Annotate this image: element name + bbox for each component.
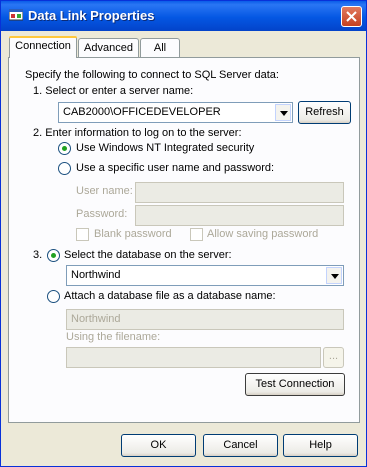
server-name-combobox[interactable]: CAB2000\OFFICEDEVELOPER xyxy=(58,102,293,123)
step2-label: 2. Enter information to log on to the se… xyxy=(33,127,242,139)
chevron-down-icon[interactable] xyxy=(275,104,291,121)
password-label: Password: xyxy=(76,208,128,220)
database-value: Northwind xyxy=(71,269,121,281)
allow-saving-password-checkbox[interactable] xyxy=(190,228,203,241)
close-icon xyxy=(346,11,357,22)
attach-name-input[interactable]: Northwind xyxy=(66,309,344,330)
user-name-label: User name: xyxy=(76,185,133,197)
select-database-radio[interactable] xyxy=(47,249,60,262)
blank-password-checkbox[interactable] xyxy=(76,228,89,241)
test-connection-button[interactable]: Test Connection xyxy=(245,373,345,396)
intro-text: Specify the following to connect to SQL … xyxy=(25,69,279,81)
data-link-icon xyxy=(8,8,24,22)
attach-database-radio[interactable] xyxy=(47,290,60,303)
title-bar[interactable]: Data Link Properties xyxy=(1,1,366,31)
cancel-button[interactable]: Cancel xyxy=(203,434,278,457)
filename-input[interactable] xyxy=(66,347,321,368)
database-chevron-down-icon[interactable] xyxy=(326,267,342,284)
user-name-input[interactable] xyxy=(135,182,344,203)
window-title: Data Link Properties xyxy=(28,8,155,23)
tab-connection[interactable]: Connection xyxy=(9,36,77,58)
step3-number: 3. xyxy=(33,249,43,261)
tab-all[interactable]: All xyxy=(140,38,180,58)
blank-password-label: Blank password xyxy=(94,228,172,240)
password-input[interactable] xyxy=(135,205,344,226)
filename-label: Using the filename: xyxy=(66,331,161,343)
connection-panel: Specify the following to connect to SQL … xyxy=(8,57,360,423)
nt-security-radio[interactable] xyxy=(58,142,71,155)
refresh-button[interactable]: Refresh xyxy=(298,101,351,124)
attach-database-label[interactable]: Attach a database file as a database nam… xyxy=(64,290,276,302)
help-button[interactable]: Help xyxy=(283,434,358,457)
button-bar: OK Cancel Help xyxy=(1,431,366,466)
specific-user-label[interactable]: Use a specific user name and password: xyxy=(76,162,274,174)
step1-label: 1. Select or enter a server name: xyxy=(33,85,194,97)
ok-button[interactable]: OK xyxy=(121,434,196,457)
server-name-value: CAB2000\OFFICEDEVELOPER xyxy=(63,106,221,118)
nt-security-label[interactable]: Use Windows NT Integrated security xyxy=(76,142,254,154)
close-button[interactable] xyxy=(341,6,362,27)
dialog-window: Data Link Properties Connection Advanced… xyxy=(0,0,367,467)
allow-saving-password-label: Allow saving password xyxy=(207,228,319,240)
database-combobox[interactable]: Northwind xyxy=(66,265,344,286)
specific-user-radio[interactable] xyxy=(58,162,71,175)
tab-advanced[interactable]: Advanced xyxy=(78,38,139,58)
browse-button[interactable]: ... xyxy=(323,347,344,368)
select-database-label[interactable]: Select the database on the server: xyxy=(64,249,232,261)
